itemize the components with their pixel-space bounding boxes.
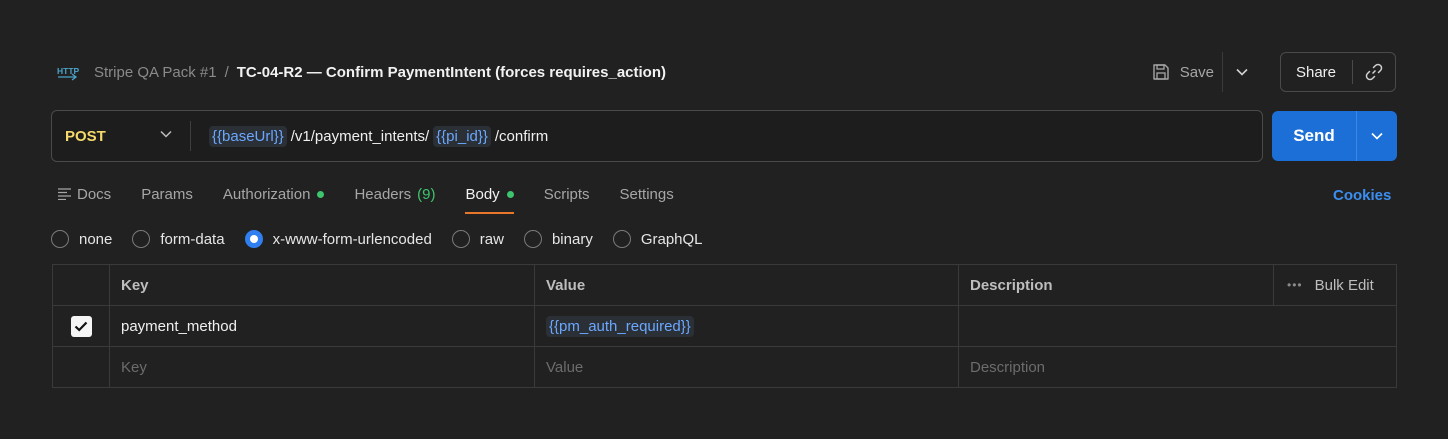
tab-scripts[interactable]: Scripts [544, 180, 590, 208]
more-options-icon[interactable]: ••• [1287, 278, 1303, 292]
cookies-link[interactable]: Cookies [1333, 187, 1391, 204]
radio-circle [612, 230, 631, 248]
url-variable[interactable]: {{baseUrl}} [209, 125, 287, 147]
share-group: Share [1279, 52, 1396, 92]
request-tabs: Docs Params Authorization Headers (9) Bo… [58, 180, 704, 214]
radio-circle-selected [244, 230, 263, 248]
header-actions: Save Share [1144, 52, 1396, 92]
tab-label: Body [465, 185, 500, 203]
method-label: POST [65, 127, 106, 145]
radio-raw[interactable]: raw [451, 230, 504, 248]
radio-label: none [79, 230, 113, 248]
tab-settings[interactable]: Settings [620, 180, 674, 208]
share-button[interactable]: Share [1281, 53, 1352, 91]
breadcrumb-collection[interactable]: Stripe QA Pack #1 [94, 64, 217, 81]
svg-text:HTTP: HTTP [57, 66, 80, 76]
radio-label: raw [479, 230, 504, 248]
request-title[interactable]: TC-04-R2 — Confirm PaymentIntent (forces… [237, 64, 666, 81]
row-enabled-checkbox[interactable] [70, 315, 92, 337]
send-button[interactable]: Send [1272, 111, 1356, 161]
url-variable[interactable]: {{pi_id}} [433, 125, 491, 147]
row-actions-cell [1273, 306, 1396, 346]
radio-circle [451, 230, 470, 248]
tab-label: Scripts [543, 185, 590, 203]
breadcrumb-separator: / [224, 63, 229, 81]
method-select[interactable]: POST [52, 111, 190, 161]
radio-graphql[interactable]: GraphQL [612, 230, 703, 248]
send-options-button[interactable] [1357, 111, 1397, 161]
status-dot [506, 190, 514, 198]
tab-label: Params [141, 185, 193, 203]
chevron-down-icon [1236, 68, 1249, 76]
radio-form-data[interactable]: form-data [132, 230, 225, 248]
value-cell[interactable]: {{pm_auth_required}} [534, 306, 958, 346]
column-header-value: Value [534, 265, 958, 305]
tab-headers[interactable]: Headers (9) [354, 180, 435, 208]
radio-none[interactable]: none [51, 230, 112, 248]
chevron-down-icon [160, 130, 172, 138]
tab-docs[interactable]: Docs [58, 180, 111, 208]
row-check-cell [53, 347, 109, 387]
tab-label: Settings [619, 185, 674, 203]
radio-circle [523, 230, 542, 248]
radio-circle [132, 230, 151, 248]
tab-label: Docs [77, 185, 112, 203]
save-icon [1153, 64, 1169, 80]
bulk-edit-cell: ••• Bulk Edit [1273, 265, 1396, 305]
docs-icon [58, 188, 71, 200]
header-cell-check [53, 265, 109, 305]
check-icon [74, 321, 88, 332]
row-check-cell [53, 306, 109, 346]
copy-link-button[interactable] [1353, 53, 1395, 91]
url-path: /v1/payment_intents/ [290, 127, 430, 145]
breadcrumb: Stripe QA Pack #1 / TC-04-R2 — Confirm P… [94, 64, 666, 81]
new-description-input[interactable]: Description [958, 347, 1273, 387]
headers-count: (9) [417, 185, 436, 203]
chevron-down-icon [1371, 132, 1383, 140]
tab-params[interactable]: Params [141, 180, 193, 208]
table-row: payment_method {{pm_auth_required}} [53, 306, 1396, 347]
bulk-edit-button[interactable]: Bulk Edit [1315, 277, 1374, 294]
new-value-input[interactable]: Value [534, 347, 958, 387]
new-key-input[interactable]: Key [109, 347, 534, 387]
tab-body[interactable]: Body [465, 180, 514, 214]
column-header-key: Key [109, 265, 534, 305]
key-placeholder: Key [121, 358, 147, 376]
radio-circle [51, 230, 69, 248]
body-params-table: Key Value Description ••• Bulk Edit paym… [52, 264, 1397, 388]
radio-label: form-data [160, 230, 225, 248]
radio-label: binary [551, 230, 593, 248]
radio-binary[interactable]: binary [523, 230, 593, 248]
param-value-variable: {{pm_auth_required}} [546, 315, 694, 337]
save-button[interactable]: Save [1144, 52, 1222, 92]
request-header: HTTP Stripe QA Pack #1 / TC-04-R2 — Conf… [56, 52, 1396, 92]
radio-urlencoded[interactable]: x-www-form-urlencoded [244, 230, 432, 248]
column-header-description: Description [958, 265, 1273, 305]
url-bar: POST {{baseUrl}} /v1/payment_intents/ {{… [51, 110, 1263, 162]
param-key: payment_method [121, 317, 237, 335]
http-icon: HTTP [56, 60, 80, 84]
body-type-radios: none form-data x-www-form-urlencoded raw… [51, 228, 723, 250]
tab-label: Headers [354, 185, 412, 203]
table-header-row: Key Value Description ••• Bulk Edit [53, 265, 1396, 306]
send-group: Send [1272, 111, 1397, 161]
row-actions-cell [1273, 347, 1396, 387]
key-cell[interactable]: payment_method [109, 306, 534, 346]
description-placeholder: Description [970, 358, 1046, 376]
link-icon [1365, 63, 1383, 81]
url-path: /confirm [494, 127, 549, 145]
divider [190, 121, 191, 151]
save-options-button[interactable] [1221, 52, 1262, 92]
table-row-new: Key Value Description [53, 347, 1396, 387]
description-cell[interactable] [958, 306, 1273, 346]
save-label: Save [1179, 63, 1214, 81]
tab-authorization[interactable]: Authorization [223, 180, 325, 208]
radio-label: x-www-form-urlencoded [272, 230, 432, 248]
tab-label: Authorization [222, 185, 311, 203]
url-input[interactable]: {{baseUrl}} /v1/payment_intents/ {{pi_id… [209, 125, 552, 147]
status-dot [317, 190, 325, 198]
value-placeholder: Value [546, 358, 584, 376]
radio-label: GraphQL [640, 230, 703, 248]
